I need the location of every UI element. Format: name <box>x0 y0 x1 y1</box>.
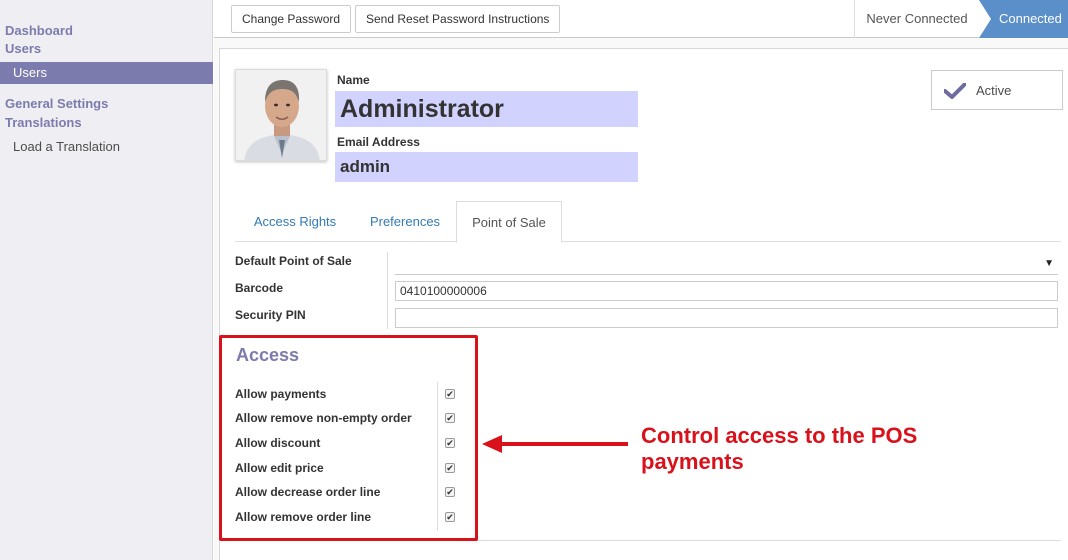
security-pin-input[interactable] <box>395 308 1058 328</box>
arrow-left-icon <box>482 435 628 453</box>
send-reset-password-button[interactable]: Send Reset Password Instructions <box>355 5 561 33</box>
default-pos-select[interactable]: ▼ <box>395 255 1058 275</box>
form-statusbar: Change Password Send Reset Password Inst… <box>214 0 1068 38</box>
email-field[interactable]: admin <box>335 152 638 182</box>
active-toggle-button[interactable]: Active <box>931 70 1063 110</box>
annotation-text: Control access to the POS payments <box>641 423 918 474</box>
barcode-label: Barcode <box>235 281 284 295</box>
field-separator <box>387 252 388 329</box>
sidebar-item-users[interactable]: Users <box>0 62 213 84</box>
name-field[interactable]: Administrator <box>335 91 638 127</box>
tab-point-of-sale[interactable]: Point of Sale <box>456 201 562 243</box>
sidebar-category-translations[interactable]: Translations <box>5 115 82 130</box>
active-label: Active <box>976 83 1012 98</box>
tab-access-rights[interactable]: Access Rights <box>235 201 355 242</box>
name-label: Name <box>337 73 370 87</box>
security-pin-label: Security PIN <box>235 308 306 322</box>
change-password-button[interactable]: Change Password <box>231 5 352 33</box>
stage-connected[interactable]: Connected <box>979 0 1068 38</box>
sidebar-item-dashboard[interactable]: Dashboard <box>5 23 73 38</box>
avatar-photo-icon <box>236 70 326 160</box>
form-tabs: Access Rights Preferences Point of Sale <box>235 201 1061 243</box>
caret-down-icon: ▼ <box>1044 258 1054 269</box>
stage-never-connected[interactable]: Never Connected <box>854 0 979 38</box>
email-label: Email Address <box>337 135 420 149</box>
tab-preferences[interactable]: Preferences <box>355 201 455 242</box>
barcode-input[interactable]: 0410100000006 <box>395 281 1058 301</box>
check-icon <box>944 83 966 99</box>
default-pos-label: Default Point of Sale <box>235 254 352 268</box>
sidebar-category-general-settings[interactable]: General Settings <box>5 96 108 111</box>
sidebar-category-users[interactable]: Users <box>5 41 41 56</box>
highlight-box <box>219 335 478 541</box>
sidebar-item-load-translation[interactable]: Load a Translation <box>0 136 213 158</box>
sidebar: Dashboard Users Users General Settings T… <box>0 0 213 560</box>
user-avatar[interactable] <box>235 69 327 161</box>
